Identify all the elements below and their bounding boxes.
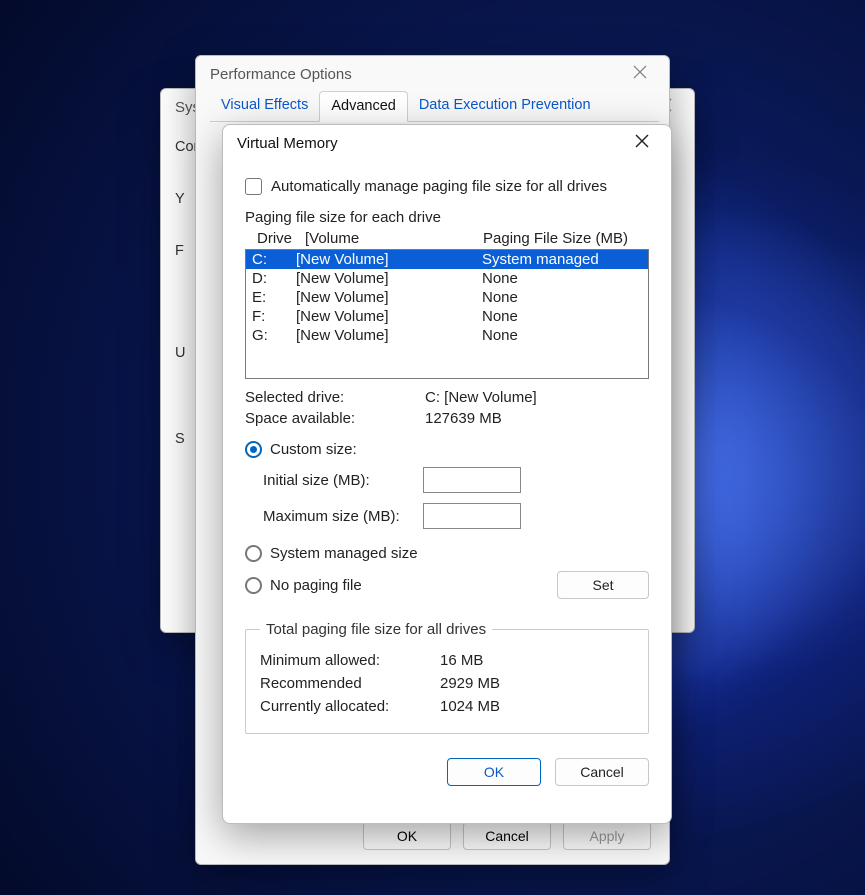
header-drive: Drive [257, 230, 305, 247]
selected-drive-label: Selected drive: [245, 389, 425, 406]
drive-volume: [New Volume] [296, 289, 482, 306]
tab-advanced[interactable]: Advanced [319, 91, 408, 122]
cancel-button[interactable]: Cancel [555, 758, 649, 786]
paging-group-label: Paging file size for each drive [245, 209, 649, 226]
radio-custom-size[interactable] [245, 441, 262, 458]
header-pfs: Paging File Size (MB) [483, 230, 643, 247]
drive-pfs: None [482, 289, 642, 306]
currently-allocated-value: 1024 MB [440, 698, 500, 715]
drive-letter: E: [252, 289, 296, 306]
header-volume: [Volume [305, 230, 483, 247]
auto-manage-row: Automatically manage paging file size fo… [245, 178, 649, 195]
ok-button[interactable]: OK [447, 758, 541, 786]
radio-system-managed[interactable] [245, 545, 262, 562]
ok-button[interactable]: OK [363, 822, 451, 850]
drive-pfs: System managed [482, 251, 642, 268]
radio-no-paging-label: No paging file [270, 577, 362, 594]
perf-titlebar: Performance Options [196, 56, 669, 91]
minimum-allowed-label: Minimum allowed: [260, 652, 440, 669]
radio-system-label: System managed size [270, 545, 418, 562]
space-available-value: 127639 MB [425, 410, 649, 427]
space-available-label: Space available: [245, 410, 425, 427]
apply-button[interactable]: Apply [563, 822, 651, 850]
virtual-memory-dialog: Virtual Memory Automatically manage pagi… [222, 124, 672, 824]
drive-letter: C: [252, 251, 296, 268]
initial-size-label: Initial size (MB): [263, 472, 413, 489]
vmem-titlebar: Virtual Memory [223, 125, 671, 160]
cancel-button[interactable]: Cancel [463, 822, 551, 850]
selected-drive-value: C: [New Volume] [425, 389, 649, 406]
auto-manage-label: Automatically manage paging file size fo… [271, 178, 607, 195]
drive-letter: F: [252, 308, 296, 325]
totals-group: Total paging file size for all drives Mi… [245, 621, 649, 734]
minimum-allowed-value: 16 MB [440, 652, 483, 669]
auto-manage-checkbox[interactable] [245, 178, 262, 195]
drive-volume: [New Volume] [296, 270, 482, 287]
vmem-footer: OK Cancel [245, 758, 649, 786]
perf-footer: OK Cancel Apply [363, 822, 651, 850]
close-icon[interactable] [627, 134, 657, 152]
drive-pfs: None [482, 308, 642, 325]
totals-legend: Total paging file size for all drives [260, 621, 492, 638]
initial-size-input[interactable] [423, 467, 521, 493]
drive-pfs: None [482, 327, 642, 344]
drive-row[interactable]: C: [New Volume] System managed [246, 250, 648, 269]
perf-tab-row: Visual Effects Advanced Data Execution P… [210, 91, 659, 122]
recommended-value: 2929 MB [440, 675, 500, 692]
vmem-title: Virtual Memory [237, 135, 627, 152]
tab-visual-effects[interactable]: Visual Effects [210, 91, 319, 121]
drive-row[interactable]: F: [New Volume] None [246, 307, 648, 326]
drive-volume: [New Volume] [296, 251, 482, 268]
currently-allocated-label: Currently allocated: [260, 698, 440, 715]
drive-row[interactable]: E: [New Volume] None [246, 288, 648, 307]
perf-title: Performance Options [210, 66, 625, 83]
drive-letter: D: [252, 270, 296, 287]
tab-dep[interactable]: Data Execution Prevention [408, 91, 602, 121]
drive-row[interactable]: G: [New Volume] None [246, 326, 648, 345]
drive-pfs: None [482, 270, 642, 287]
set-button[interactable]: Set [557, 571, 649, 599]
close-icon[interactable] [625, 65, 655, 83]
drive-volume: [New Volume] [296, 308, 482, 325]
radio-custom-label: Custom size: [270, 441, 357, 458]
maximum-size-input[interactable] [423, 503, 521, 529]
drive-volume: [New Volume] [296, 327, 482, 344]
drive-list[interactable]: C: [New Volume] System managed D: [New V… [245, 249, 649, 379]
radio-no-paging[interactable] [245, 577, 262, 594]
recommended-label: Recommended [260, 675, 440, 692]
maximum-size-label: Maximum size (MB): [263, 508, 413, 525]
drive-list-headers: Drive [Volume Paging File Size (MB) [245, 230, 649, 249]
drive-letter: G: [252, 327, 296, 344]
drive-row[interactable]: D: [New Volume] None [246, 269, 648, 288]
